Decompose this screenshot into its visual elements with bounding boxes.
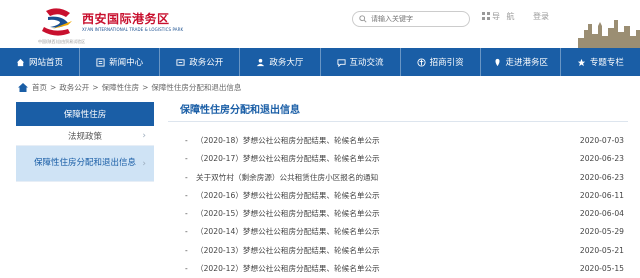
nav-item-label: 招商引资 <box>429 58 464 68</box>
grid-icon <box>482 12 490 20</box>
list-bullet: - <box>185 227 188 237</box>
nav-item-topic[interactable]: 专题专栏 <box>561 48 640 76</box>
breadcrumb-sep: > <box>50 82 57 92</box>
breadcrumb-sep: > <box>92 82 99 92</box>
breadcrumb-gov[interactable]: 政务公开 <box>59 82 89 93</box>
list-item-title[interactable]: （2020-16）梦想公社公租房分配结果、轮候名单公示 <box>196 187 380 205</box>
list-item[interactable]: - （2020-15）梦想公社公租房分配结果、轮候名单公示 2020-06-04 <box>168 205 628 223</box>
news-icon <box>96 57 105 67</box>
sidebar-item-label: 保障性住房分配和退出信息 <box>34 157 137 168</box>
nav-item-area[interactable]: 走进港务区 <box>481 48 561 76</box>
invest-icon <box>417 57 426 67</box>
area-icon <box>495 58 500 66</box>
list-item[interactable]: - （2020-17）梦想公社公租房分配结果、轮候名单公示 2020-06-23 <box>168 150 628 168</box>
logo-sub: 中国(陕西)自由贸易试验区 <box>38 39 86 44</box>
main-content: 保障性住房分配和退出信息 - （2020-18）梦想公社公租房分配结果、轮候名单公… <box>168 100 628 278</box>
login-link[interactable]: 登录 <box>533 11 549 23</box>
list-item[interactable]: - （2020-12）梦想公社公租房分配结果、轮候名单公示 2020-05-15 <box>168 260 628 278</box>
breadcrumb-sep: > <box>142 82 149 92</box>
list-item-title[interactable]: （2020-12）梦想公社公租房分配结果、轮候名单公示 <box>196 260 380 278</box>
list-bullet: - <box>185 190 188 200</box>
list-item-date: 2020-05-21 <box>579 245 624 255</box>
list-item-date: 2020-05-29 <box>579 227 624 237</box>
search-input[interactable] <box>353 12 469 26</box>
breadcrumb-current[interactable]: 保障性住房分配和退出信息 <box>151 82 241 93</box>
nav-menu-link[interactable]: 导 航 <box>482 11 517 23</box>
chat-icon <box>336 58 346 67</box>
nav-item-invest[interactable]: 招商引资 <box>401 48 481 76</box>
list-item-date: 2020-06-11 <box>579 190 624 200</box>
nav-item-home[interactable]: 网站首页 <box>0 48 81 76</box>
list-bullet: - <box>185 209 188 219</box>
nav-item-label: 专题专栏 <box>589 58 624 68</box>
list-item[interactable]: - （2020-14）梦想公社公租房分配结果、轮候名单公示 2020-05-29 <box>168 223 628 241</box>
list-item-date: 2020-05-15 <box>579 264 624 274</box>
list-item[interactable]: - （2020-18）梦想公社公租房分配结果、轮候名单公示 2020-07-03 <box>168 132 628 150</box>
sidebar-title: 保障性住房 <box>16 102 154 126</box>
nav-item-hall[interactable]: 政务大厅 <box>240 48 321 76</box>
hall-icon <box>257 58 265 66</box>
breadcrumb: 首页 > 政务公开 > 保障性住房 > 保障性住房分配和退出信息 <box>18 80 241 94</box>
list-bullet: - <box>185 245 188 255</box>
list-item-date: 2020-06-04 <box>579 209 624 219</box>
nav-item-chat[interactable]: 互动交流 <box>321 48 401 76</box>
list-item-date: 2020-06-23 <box>579 154 624 164</box>
skyline-decoration <box>578 20 640 48</box>
list-item-title[interactable]: （2020-13）梦想公社公租房分配结果、轮候名单公示 <box>196 242 380 260</box>
list-item-title[interactable]: （2020-15）梦想公社公租房分配结果、轮候名单公示 <box>196 205 380 223</box>
page-title: 保障性住房分配和退出信息 <box>168 100 628 122</box>
logo-name-cn: 西安国际港务区 <box>82 12 170 26</box>
breadcrumb-housing[interactable]: 保障性住房 <box>102 82 140 93</box>
topic-icon <box>577 58 586 66</box>
nav-item-label: 走进港务区 <box>505 58 549 68</box>
chevron-right-icon: › <box>142 130 146 141</box>
nav-item-news[interactable]: 新闻中心 <box>80 48 161 76</box>
nav-item-label: 新闻中心 <box>109 58 144 68</box>
main-nav: 网站首页 新闻中心 政务公开 政务大厅 互动交流 招商引资 走进港务区 专题专栏 <box>0 48 640 76</box>
logo-emblem-icon <box>42 8 72 36</box>
site-logo[interactable]: 西安国际港务区 XI'AN INTERNATIONAL TRADE & LOGI… <box>38 7 183 44</box>
sidebar-item-label: 法规政策 <box>67 131 102 142</box>
list-item[interactable]: - （2020-13）梦想公社公租房分配结果、轮候名单公示 2020-05-21 <box>168 242 628 260</box>
list-item-title[interactable]: （2020-18）梦想公社公租房分配结果、轮候名单公示 <box>196 132 380 150</box>
list-item[interactable]: - 关于双竹村（剩余房源）公共租赁住房小区报名的通知 2020-06-23 <box>168 169 628 187</box>
list-item-date: 2020-06-23 <box>579 172 624 182</box>
nav-item-label: 网站首页 <box>29 58 64 68</box>
header: 西安国际港务区 XI'AN INTERNATIONAL TRADE & LOGI… <box>0 0 640 48</box>
nav-item-label: 互动交流 <box>349 58 384 68</box>
search-box <box>352 11 470 27</box>
list-item-title[interactable]: （2020-14）梦想公社公租房分配结果、轮候名单公示 <box>196 223 380 241</box>
nav-item-label: 政务公开 <box>189 58 224 68</box>
list-bullet: - <box>185 154 188 164</box>
breadcrumb-home[interactable]: 首页 <box>32 82 47 93</box>
list-item-title[interactable]: （2020-17）梦想公社公租房分配结果、轮候名单公示 <box>196 150 380 168</box>
article-list: - （2020-18）梦想公社公租房分配结果、轮候名单公示 2020-07-03 -… <box>168 132 628 278</box>
list-item-title[interactable]: 关于双竹村（剩余房源）公共租赁住房小区报名的通知 <box>196 169 378 187</box>
home-icon <box>16 58 25 66</box>
nav-item-label: 政务大厅 <box>269 58 304 68</box>
sidebar-item-policy[interactable]: 法规政策 › <box>16 126 154 146</box>
list-bullet: - <box>185 264 188 274</box>
gov-icon <box>176 58 185 66</box>
list-item-date: 2020-07-03 <box>579 136 624 145</box>
list-item[interactable]: - （2020-16）梦想公社公租房分配结果、轮候名单公示 2020-06-11 <box>168 187 628 205</box>
list-bullet: - <box>185 172 188 182</box>
nav-menu-label: 导 航 <box>492 12 517 21</box>
list-bullet: - <box>185 136 188 145</box>
sidebar-item-allocation[interactable]: 保障性住房分配和退出信息 › <box>16 146 154 182</box>
sidebar: 保障性住房 法规政策 › 保障性住房分配和退出信息 › <box>16 102 154 182</box>
chevron-right-icon: › <box>142 158 146 169</box>
nav-item-gov[interactable]: 政务公开 <box>160 48 241 76</box>
logo-name-en: XI'AN INTERNATIONAL TRADE & LOGISTICS PA… <box>82 27 184 32</box>
home-icon <box>18 82 28 92</box>
